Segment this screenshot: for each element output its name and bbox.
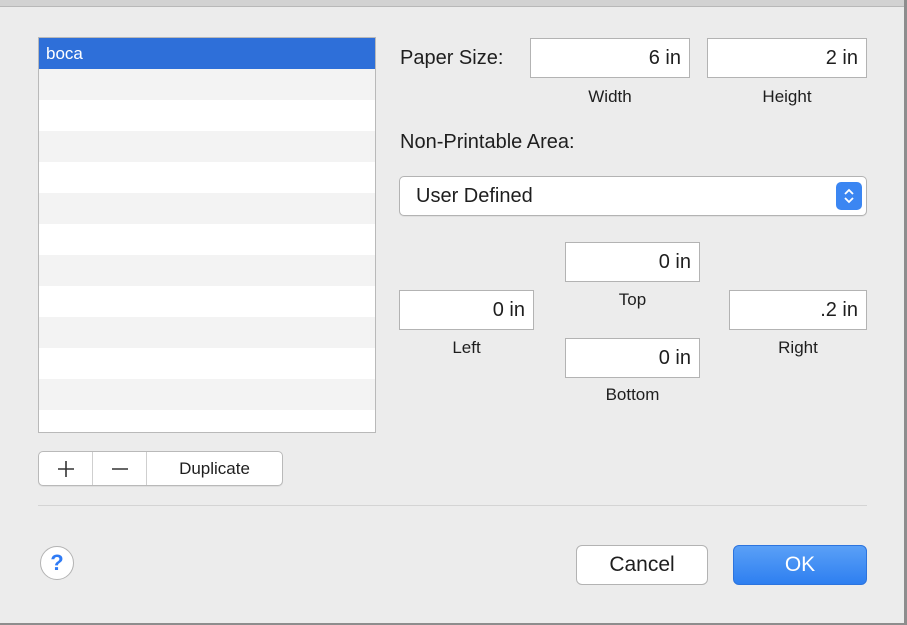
margin-left-field[interactable]: 0 in [399,290,534,330]
width-caption: Width [588,87,632,106]
list-row-empty [39,379,375,410]
top-caption: Top [618,290,647,309]
paper-size-list[interactable]: boca [38,37,376,433]
help-button[interactable]: ? [40,546,74,580]
list-row-empty [39,131,375,162]
list-row-empty [39,286,375,317]
margin-right-field[interactable]: .2 in [729,290,867,330]
paper-width-field[interactable]: 6 in [530,38,690,78]
list-item-label: boca [46,44,83,63]
list-item[interactable]: boca [39,38,375,69]
height-caption: Height [762,87,812,106]
up-down-chevron-icon [836,182,862,210]
list-row-empty [39,162,375,193]
list-row-empty [39,410,375,432]
left-caption: Left [452,338,481,357]
cancel-button[interactable]: Cancel [576,545,708,585]
add-button[interactable] [39,452,93,485]
question-mark-icon: ? [50,550,64,575]
duplicate-button[interactable]: Duplicate [147,452,282,485]
list-row-empty [39,255,375,286]
list-row-empty [39,69,375,100]
footer-separator [38,505,867,506]
list-controls: Duplicate [38,451,283,486]
plus-icon [57,460,74,477]
right-caption: Right [778,338,818,357]
list-row-empty [39,348,375,379]
popup-selected-value: User Defined [416,185,533,207]
minus-icon [111,467,128,470]
paper-size-label: Paper Size: [400,47,504,69]
sheet-top-edge [0,0,907,7]
remove-button[interactable] [93,452,147,485]
list-row-empty [39,193,375,224]
non-printable-area-popup[interactable]: User Defined [399,176,867,216]
bottom-caption: Bottom [605,385,660,404]
non-printable-area-label: Non-Printable Area: [400,131,575,153]
margin-bottom-field[interactable]: 0 in [565,338,700,378]
paper-height-field[interactable]: 2 in [707,38,867,78]
margin-top-field[interactable]: 0 in [565,242,700,282]
list-row-empty [39,224,375,255]
list-row-empty [39,317,375,348]
list-row-empty [39,100,375,131]
ok-button[interactable]: OK [733,545,867,585]
